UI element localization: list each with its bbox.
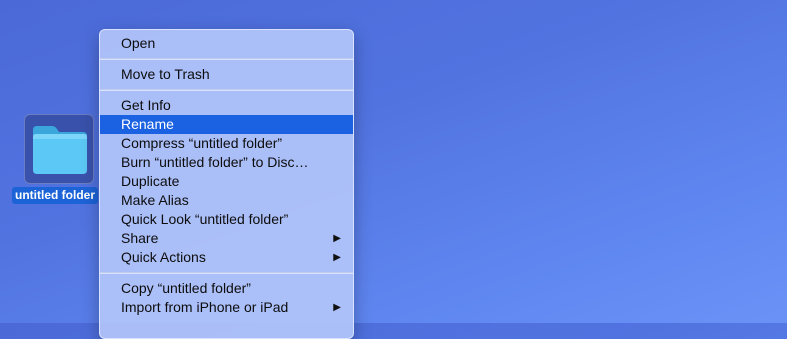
menu-item-label: Burn “untitled folder” to Disc… [121, 154, 309, 170]
menu-item-share[interactable]: Share ▶ [100, 229, 353, 248]
menu-item-quick-look-untitled-folder[interactable]: Quick Look “untitled folder” [100, 210, 353, 229]
chevron-right-icon: ▶ [333, 252, 341, 263]
folder-name-label[interactable]: untitled folder [12, 187, 98, 204]
menu-item-label: Quick Look “untitled folder” [121, 211, 289, 227]
menu-item-label: Quick Actions [121, 249, 206, 265]
menu-item-move-to-trash[interactable]: Move to Trash [100, 65, 353, 84]
menu-item-label: Compress “untitled folder” [121, 135, 283, 151]
menu-item-import-from-iphone-or-ipad[interactable]: Import from iPhone or iPad ▶ [100, 298, 353, 317]
chevron-right-icon: ▶ [333, 302, 341, 313]
folder-icon-selection[interactable] [24, 114, 94, 184]
menu-item-copy-untitled-folder[interactable]: Copy “untitled folder” [100, 279, 353, 298]
menu-separator [100, 89, 353, 91]
menu-item-label: Get Info [121, 97, 171, 113]
menu-item-make-alias[interactable]: Make Alias [100, 191, 353, 210]
menu-separator [100, 272, 353, 274]
menu-item-label: Duplicate [121, 173, 180, 189]
menu-item-label: Make Alias [121, 192, 189, 208]
menu-item-burn-untitled-folder-to-disc[interactable]: Burn “untitled folder” to Disc… [100, 153, 353, 172]
menu-item-label: Open [121, 35, 156, 51]
context-menu: Open Move to Trash Get Info Rename Compress … [99, 29, 354, 339]
menu-item-label: Import from iPhone or iPad [121, 299, 289, 315]
menu-item-duplicate[interactable]: Duplicate [100, 172, 353, 191]
menu-separator [100, 58, 353, 60]
menu-item-compress-untitled-folder[interactable]: Compress “untitled folder” [100, 134, 353, 153]
menu-item-label: Rename [121, 116, 174, 132]
menu-item-rename[interactable]: Rename [100, 115, 353, 134]
menu-item-label: Share [121, 230, 159, 246]
chevron-right-icon: ▶ [333, 233, 341, 244]
menu-item-quick-actions[interactable]: Quick Actions ▶ [100, 248, 353, 267]
menu-item-label: Move to Trash [121, 66, 210, 82]
menu-item-label: Copy “untitled folder” [121, 280, 251, 296]
folder-icon [33, 126, 87, 174]
menu-item-open[interactable]: Open [100, 34, 353, 53]
desktop: untitled folder Open Move to Trash Get Inf… [0, 0, 787, 339]
menu-item-get-info[interactable]: Get Info [100, 96, 353, 115]
